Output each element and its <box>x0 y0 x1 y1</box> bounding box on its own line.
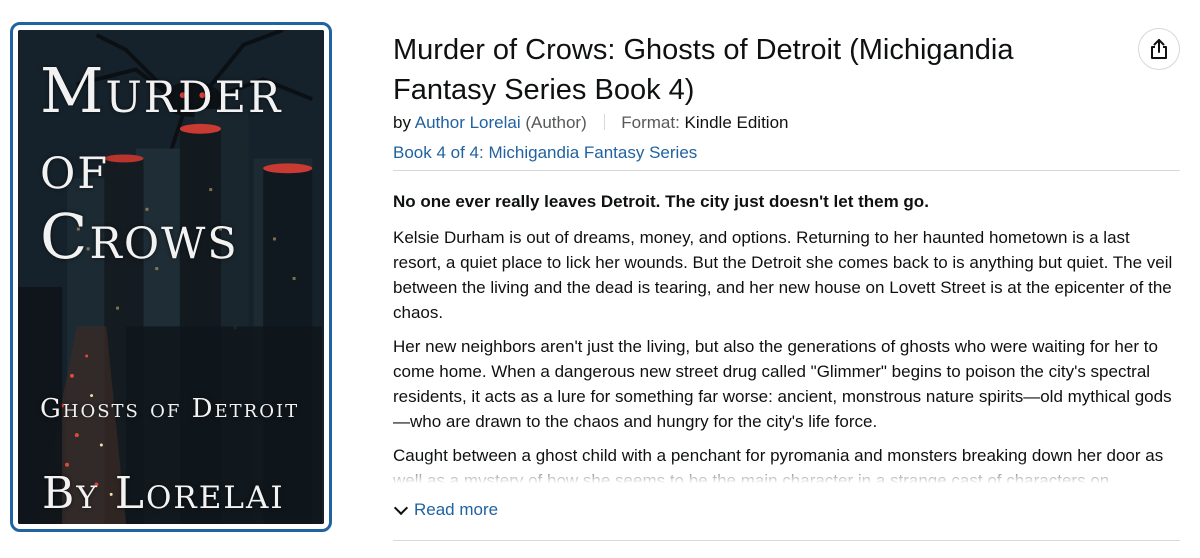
author-link[interactable]: Author Lorelai <box>415 113 521 132</box>
book-description: No one ever really leaves Detroit. The c… <box>393 189 1180 489</box>
format-label: Format: <box>621 113 680 132</box>
description-lead: No one ever really leaves Detroit. The c… <box>393 192 929 211</box>
description-fade <box>393 461 1180 489</box>
format-value: Kindle Edition <box>684 113 789 132</box>
series-link[interactable]: Book 4 of 4: Michigandia Fantasy Series <box>393 143 697 162</box>
byline-divider <box>603 114 605 130</box>
cover-title-line-2: of <box>40 130 110 203</box>
byline: by Author Lorelai (Author) Format: Kindl… <box>393 112 1183 134</box>
author-role: (Author) <box>525 113 587 132</box>
description-paragraph: Kelsie Durham is out of dreams, money, a… <box>393 228 1173 322</box>
product-details: Murder of Crows: Ghosts of Detroit (Mich… <box>393 30 1183 489</box>
book-cover-image[interactable]: Murder of Crows Ghosts of Detroit By Lor… <box>18 30 324 524</box>
read-more-label: Read more <box>414 500 499 519</box>
cover-title-line-3: Crows <box>40 200 239 273</box>
cover-subtitle: Ghosts of Detroit <box>40 394 300 424</box>
read-more-button[interactable]: Read more <box>393 500 498 520</box>
book-cover-frame[interactable]: Murder of Crows Ghosts of Detroit By Lor… <box>10 22 332 532</box>
divider <box>393 170 1180 171</box>
cover-title-line-1: Murder <box>40 54 283 127</box>
description-paragraph: Her new neighbors aren't just the living… <box>393 337 1172 431</box>
by-prefix: by <box>393 113 411 132</box>
cover-author: By Lorelai <box>42 468 285 519</box>
product-title: Murder of Crows: Ghosts of Detroit (Mich… <box>393 34 1014 106</box>
chevron-down-icon <box>393 500 409 516</box>
bottom-divider <box>393 540 1180 541</box>
